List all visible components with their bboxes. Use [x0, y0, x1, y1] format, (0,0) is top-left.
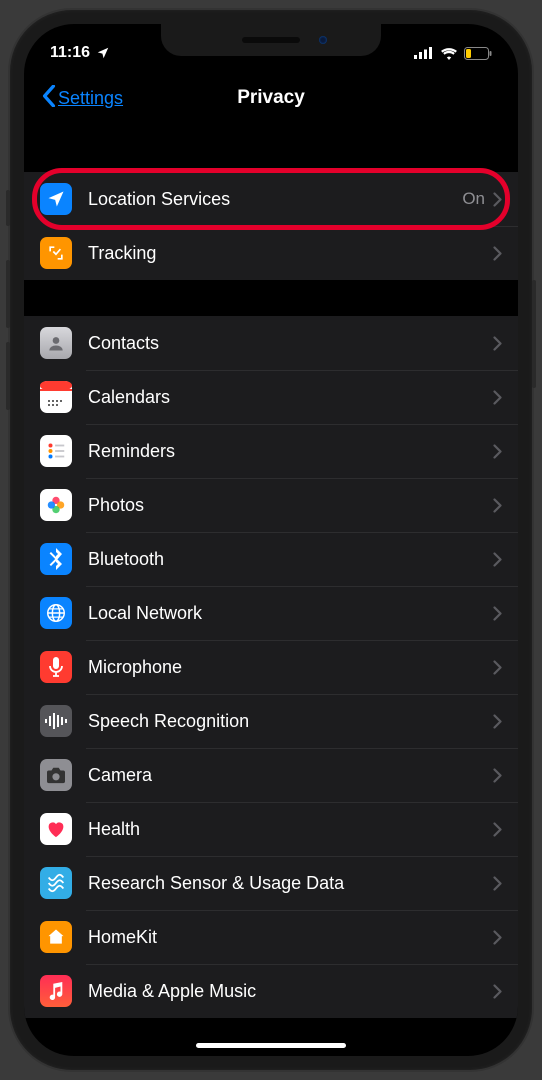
row-label: Research Sensor & Usage Data	[88, 873, 493, 894]
row-label: Local Network	[88, 603, 493, 624]
row-speech-recognition[interactable]: Speech Recognition	[24, 694, 518, 748]
waveform-icon	[40, 705, 72, 737]
chevron-right-icon	[493, 192, 502, 207]
row-value: On	[462, 189, 485, 209]
row-location-services[interactable]: Location Services On	[24, 172, 518, 226]
notch	[161, 24, 381, 56]
back-button[interactable]: Settings	[42, 85, 123, 112]
battery-low-icon	[464, 47, 492, 60]
row-label: Tracking	[88, 243, 493, 264]
power-button	[532, 280, 536, 388]
chevron-right-icon	[493, 930, 502, 945]
row-label: Contacts	[88, 333, 493, 354]
row-label: Camera	[88, 765, 493, 786]
photos-icon	[40, 489, 72, 521]
row-label: Location Services	[88, 189, 462, 210]
row-label: HomeKit	[88, 927, 493, 948]
chevron-right-icon	[493, 246, 502, 261]
home-icon	[40, 921, 72, 953]
row-photos[interactable]: Photos	[24, 478, 518, 532]
row-label: Speech Recognition	[88, 711, 493, 732]
cellular-signal-icon	[414, 47, 434, 59]
volume-up-button	[6, 260, 10, 328]
phone-frame: 11:16	[10, 10, 532, 1070]
chevron-left-icon	[42, 85, 56, 112]
row-calendars[interactable]: Calendars	[24, 370, 518, 424]
privacy-group-top: Location Services On Tracking	[24, 172, 518, 280]
back-label: Settings	[58, 88, 123, 109]
chevron-right-icon	[493, 444, 502, 459]
reminders-icon	[40, 435, 72, 467]
volume-down-button	[6, 342, 10, 410]
chevron-right-icon	[493, 876, 502, 891]
row-contacts[interactable]: Contacts	[24, 316, 518, 370]
row-tracking[interactable]: Tracking	[24, 226, 518, 280]
row-label: Health	[88, 819, 493, 840]
chevron-right-icon	[493, 606, 502, 621]
row-media-apple-music[interactable]: Media & Apple Music	[24, 964, 518, 1018]
row-label: Reminders	[88, 441, 493, 462]
mute-switch	[6, 190, 10, 226]
camera-icon	[40, 759, 72, 791]
chevron-right-icon	[493, 336, 502, 351]
home-indicator[interactable]	[196, 1043, 346, 1048]
calendar-icon	[40, 381, 72, 413]
row-label: Bluetooth	[88, 549, 493, 570]
tracking-icon	[40, 237, 72, 269]
chevron-right-icon	[493, 552, 502, 567]
location-indicator-icon	[96, 46, 110, 60]
chevron-right-icon	[493, 714, 502, 729]
location-arrow-icon	[40, 183, 72, 215]
chevron-right-icon	[493, 768, 502, 783]
bluetooth-icon	[40, 543, 72, 575]
row-homekit[interactable]: HomeKit	[24, 910, 518, 964]
settings-content[interactable]: Location Services On Tracking	[24, 124, 518, 1056]
chevron-right-icon	[493, 984, 502, 999]
globe-icon	[40, 597, 72, 629]
privacy-group-apps: Contacts Calendars Reminders	[24, 316, 518, 1018]
row-camera[interactable]: Camera	[24, 748, 518, 802]
row-local-network[interactable]: Local Network	[24, 586, 518, 640]
chevron-right-icon	[493, 822, 502, 837]
row-research-sensor-data[interactable]: Research Sensor & Usage Data	[24, 856, 518, 910]
row-microphone[interactable]: Microphone	[24, 640, 518, 694]
row-reminders[interactable]: Reminders	[24, 424, 518, 478]
chevron-right-icon	[493, 390, 502, 405]
row-bluetooth[interactable]: Bluetooth	[24, 532, 518, 586]
chevron-right-icon	[493, 498, 502, 513]
row-label: Calendars	[88, 387, 493, 408]
row-label: Photos	[88, 495, 493, 516]
heart-icon	[40, 813, 72, 845]
music-icon	[40, 975, 72, 1007]
research-icon	[40, 867, 72, 899]
wifi-icon	[440, 47, 458, 60]
contacts-icon	[40, 327, 72, 359]
row-label: Microphone	[88, 657, 493, 678]
nav-header: Settings Privacy	[24, 72, 518, 124]
status-time: 11:16	[50, 44, 90, 62]
row-label: Media & Apple Music	[88, 981, 493, 1002]
chevron-right-icon	[493, 660, 502, 675]
microphone-icon	[40, 651, 72, 683]
screen: 11:16	[24, 24, 518, 1056]
row-health[interactable]: Health	[24, 802, 518, 856]
